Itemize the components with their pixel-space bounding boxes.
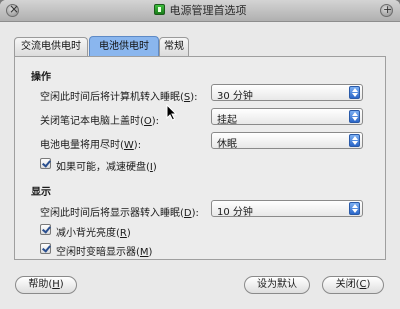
lid-close-value: 挂起 (217, 115, 237, 126)
updown-arrows-icon (349, 86, 360, 99)
help-button[interactable]: 帮助(H) (15, 276, 77, 294)
mouse-pointer-icon (166, 104, 178, 121)
power-app-icon (153, 4, 165, 15)
lid-close-select[interactable]: 挂起 (211, 108, 363, 126)
lid-close-label: 关闭笔记本电脑上盖时(O): (40, 116, 160, 127)
dim-display-checkbox[interactable] (40, 243, 51, 254)
window-title-text: 电源管理首选项 (169, 4, 247, 17)
battery-critical-label: 电池电量将用尽时(W): (40, 140, 142, 151)
spindown-label[interactable]: 如果可能，减速硬盘(I) (56, 158, 157, 173)
computer-sleep-label: 空闲此时间后将计算机转入睡眠(S): (40, 92, 198, 103)
dim-display-label[interactable]: 空闲时变暗显示器(M) (56, 243, 152, 258)
power-preferences-window: 电源管理首选项 交流电供电时 电池供电时 常规 操作 空闲此时间后将计算机转入睡… (0, 0, 400, 309)
display-sleep-value: 10 分钟 (217, 207, 253, 218)
updown-arrows-icon (349, 110, 360, 123)
tab-panel: 操作 空闲此时间后将计算机转入睡眠(S): 30 分钟 关闭笔记本电脑上盖时(O… (14, 56, 386, 260)
display-heading: 显示 (31, 187, 51, 198)
spindown-checkbox[interactable] (40, 158, 51, 169)
tab-battery-power[interactable]: 电池供电时 (89, 36, 159, 57)
updown-arrows-icon (349, 134, 360, 147)
battery-critical-select[interactable]: 休眠 (211, 132, 363, 150)
window-title: 电源管理首选项 (0, 0, 400, 22)
maximize-window-icon[interactable] (380, 3, 393, 17)
display-sleep-label: 空闲此时间后将显示器转入睡眠(D): (40, 208, 199, 219)
titlebar[interactable]: 电源管理首选项 (0, 0, 400, 22)
make-default-button[interactable]: 设为默认 (244, 276, 310, 294)
tab-ac-power[interactable]: 交流电供电时 (14, 37, 88, 56)
updown-arrows-icon (349, 202, 360, 215)
display-sleep-select[interactable]: 10 分钟 (211, 200, 363, 218)
actions-heading: 操作 (31, 72, 51, 83)
tab-general[interactable]: 常规 (159, 37, 189, 56)
computer-sleep-select[interactable]: 30 分钟 (211, 84, 363, 102)
close-button[interactable]: 关闭(C) (322, 276, 384, 294)
battery-critical-value: 休眠 (217, 139, 237, 150)
reduce-backlight-checkbox[interactable] (40, 224, 51, 235)
computer-sleep-value: 30 分钟 (217, 91, 253, 102)
reduce-backlight-label[interactable]: 减小背光亮度(R) (56, 224, 131, 239)
